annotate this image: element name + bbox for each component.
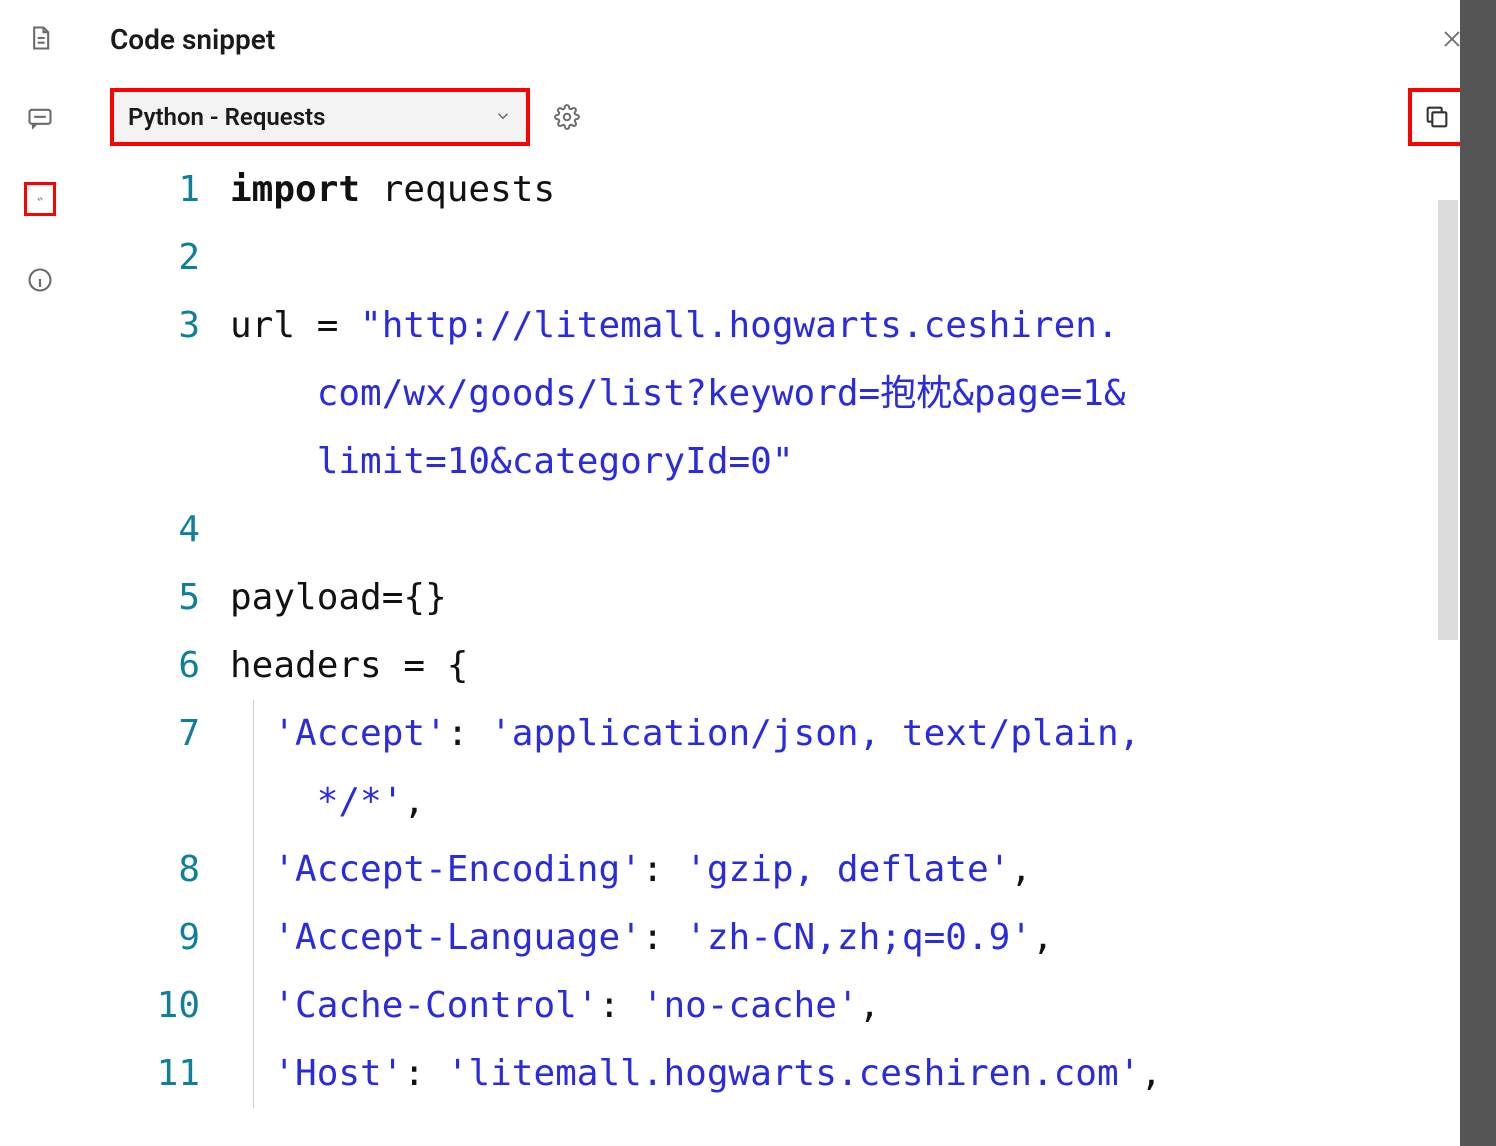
copy-button[interactable] [1408, 88, 1466, 146]
code-icon[interactable] [24, 182, 56, 216]
code-editor[interactable]: 1234567891011 import requestsurl = "http… [110, 156, 1496, 1146]
language-dropdown-label: Python - Requests [128, 103, 325, 131]
info-icon[interactable] [24, 264, 56, 296]
main-panel: Code snippet Python - Requests 123456789… [80, 0, 1496, 1146]
language-dropdown[interactable]: Python - Requests [110, 88, 530, 146]
line-number-gutter: 1234567891011 [110, 156, 230, 1146]
gear-icon[interactable] [552, 102, 582, 132]
scrollbar-thumb[interactable] [1438, 200, 1458, 640]
right-frame-edge [1460, 0, 1496, 1146]
panel-header: Code snippet [80, 0, 1496, 78]
code-content: import requestsurl = "http://litemall.ho… [230, 156, 1496, 1146]
chevron-down-icon [494, 103, 512, 131]
document-icon[interactable] [24, 22, 56, 54]
panel-title: Code snippet [110, 23, 275, 56]
left-rail [0, 0, 80, 1146]
toolbar: Python - Requests [80, 78, 1496, 156]
comment-icon[interactable] [24, 102, 56, 134]
